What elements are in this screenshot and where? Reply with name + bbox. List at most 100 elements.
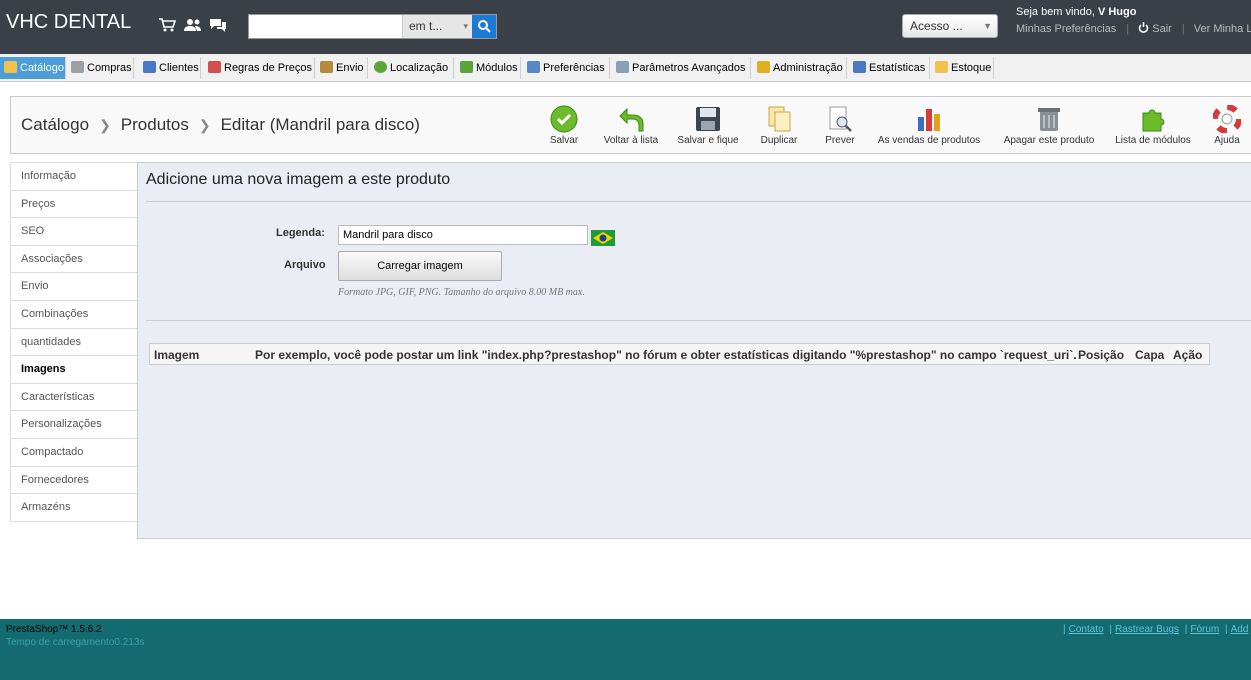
bug-tracker-link[interactable]: Rastrear Bugs: [1115, 624, 1179, 635]
legend-label: Legenda:: [276, 227, 325, 239]
images-table-header: Imagem Por exemplo, você pode postar um …: [149, 343, 1210, 365]
my-preferences-link[interactable]: Minhas Preferências: [1016, 23, 1116, 35]
sidebar-item-precos[interactable]: Preços: [10, 190, 137, 219]
sidebar-item-seo[interactable]: SEO: [10, 218, 137, 246]
preview-icon: [829, 106, 852, 132]
menu-item-catalogo[interactable]: Catálogo: [0, 57, 66, 79]
toolbar-label: As vendas de produtos: [877, 135, 981, 146]
modules-puzzle-icon: [1142, 109, 1165, 132]
help-button[interactable]: Ajuda: [1209, 105, 1245, 146]
save-button[interactable]: Salvar: [542, 105, 586, 146]
preferences-icon: [527, 61, 540, 73]
save-and-stay-button[interactable]: Salvar e fique: [674, 105, 742, 146]
sidebar-item-imagens[interactable]: Imagens: [10, 356, 137, 384]
menu-item-modulos[interactable]: Módulos: [454, 57, 521, 79]
contact-link[interactable]: Contato: [1069, 624, 1104, 635]
help-lifebuoy-icon: [1213, 105, 1241, 133]
menu-item-regras-de-precos[interactable]: Regras de Preços: [201, 57, 315, 79]
power-icon[interactable]: [1138, 22, 1149, 33]
sidebar-item-fornecedores[interactable]: Fornecedores: [10, 466, 137, 495]
wrench-icon: [616, 61, 629, 73]
breadcrumb-item[interactable]: Catálogo: [21, 115, 89, 134]
addons-link[interactable]: Add: [1231, 624, 1249, 635]
menu-label: Clientes: [159, 62, 199, 74]
column-header-position: Posição: [1078, 348, 1125, 362]
menu-label: Parâmetros Avançados: [632, 62, 746, 74]
delete-product-button[interactable]: Apagar este produto: [1001, 105, 1097, 146]
menu-label: Preferências: [543, 62, 605, 74]
chevron-down-icon: ▼: [983, 21, 992, 31]
toolbar-label: Prever: [825, 135, 855, 146]
cart-icon: [71, 61, 84, 73]
search-type-label: em t...: [409, 19, 443, 33]
sidebar-item-armazens[interactable]: Armazéns: [10, 494, 137, 522]
floppy-icon: [696, 107, 720, 131]
preview-button[interactable]: Prever: [821, 105, 859, 146]
shop-name[interactable]: VHC DENTAL: [6, 11, 131, 34]
divider: [146, 320, 1251, 321]
quick-access-label: Acesso ...: [910, 19, 963, 33]
sidebar-item-personalizacoes[interactable]: Personalizações: [10, 411, 137, 439]
page-header: Catálogo ❯ Produtos ❯ Editar (Mandril para d…: [10, 96, 1251, 154]
truck-icon: [320, 61, 333, 73]
breadcrumb-current: Editar (Mandril para disco): [220, 115, 420, 134]
footer-links: | Contato | Rastrear Bugs | Fórum | Add: [1063, 624, 1249, 635]
top-bar: VHC DENTAL em t... ▾ Acesso ... ▼ Seja bem…: [0, 0, 1251, 54]
menu-item-estoque[interactable]: Estoque: [930, 57, 994, 79]
product-sales-button[interactable]: As vendas de produtos: [875, 105, 983, 146]
toolbar-label: Salvar: [549, 135, 579, 146]
cart-icon[interactable]: [158, 17, 176, 33]
sidebar-item-compactado[interactable]: Compactado: [10, 438, 137, 467]
product-tabs-sidebar: Informação Preços SEO Associações Envio …: [10, 162, 137, 522]
search-box: em t... ▾: [248, 14, 497, 39]
toolbar-label: Apagar este produto: [1003, 135, 1095, 146]
search-type-select[interactable]: em t... ▾: [402, 15, 472, 38]
column-header-image: Imagem: [154, 348, 200, 362]
menu-item-estatisticas[interactable]: Estatísticas: [847, 57, 930, 79]
menu-item-compras[interactable]: Compras: [66, 57, 134, 79]
menu-item-parametros-avancados[interactable]: Parâmetros Avançados: [610, 57, 751, 79]
sidebar-item-envio[interactable]: Envio: [10, 273, 137, 301]
upload-image-button[interactable]: Carregar imagem: [338, 251, 502, 281]
stock-icon: [935, 61, 948, 73]
chevron-right-icon: ❯: [198, 117, 211, 133]
messages-icon[interactable]: [209, 17, 227, 33]
toolbar-label: Salvar e fique: [677, 135, 739, 146]
menu-label: Estatísticas: [869, 62, 926, 74]
menu-item-localizacao[interactable]: Localização: [368, 57, 454, 79]
panel-title: Adicione uma nova imagem a este produto: [146, 171, 451, 188]
toolbar-label: Voltar à lista: [603, 135, 659, 146]
menu-item-administracao[interactable]: Administração: [751, 57, 847, 79]
sidebar-item-caracteristicas[interactable]: Características: [10, 383, 137, 412]
quick-access-select[interactable]: Acesso ... ▼: [902, 14, 998, 38]
menu-label: Envio: [336, 62, 364, 74]
search-input[interactable]: [249, 15, 402, 38]
legend-input[interactable]: [338, 225, 588, 245]
sidebar-item-combinacoes[interactable]: Combinações: [10, 300, 137, 329]
back-to-list-button[interactable]: Voltar à lista: [599, 105, 663, 146]
forum-link[interactable]: Fórum: [1190, 624, 1219, 635]
sidebar-item-quantidades[interactable]: quantidades: [10, 328, 137, 357]
view-shop-link[interactable]: Ver Minha Lo: [1194, 23, 1251, 35]
sidebar-item-informacao[interactable]: Informação: [10, 163, 137, 191]
brazil-flag-icon[interactable]: [591, 230, 615, 246]
file-label: Arquivo: [284, 259, 326, 271]
menu-label: Catálogo: [20, 62, 65, 74]
column-header-legend-hint: Por exemplo, você pode postar um link "i…: [255, 348, 1077, 362]
main-menu: Catálogo Compras Clientes Regras de Preç…: [0, 54, 1251, 82]
search-button[interactable]: [472, 15, 496, 38]
modules-list-button[interactable]: Lista de módulos: [1111, 105, 1195, 146]
menu-item-preferencias[interactable]: Preferências: [521, 57, 610, 79]
sidebar-item-associacoes[interactable]: Associações: [10, 245, 137, 274]
welcome-text: Seja bem vindo, V Hugo: [1016, 6, 1136, 18]
duplicate-icon: [768, 106, 791, 132]
chevron-right-icon: ❯: [99, 117, 111, 133]
customers-icon[interactable]: [184, 17, 202, 33]
menu-item-clientes[interactable]: Clientes: [134, 57, 201, 79]
back-arrow-icon: [619, 107, 644, 132]
menu-item-envio[interactable]: Envio: [315, 57, 368, 79]
menu-label: Estoque: [951, 62, 992, 74]
breadcrumb-item[interactable]: Produtos: [121, 115, 189, 134]
logout-link[interactable]: Sair: [1152, 23, 1172, 35]
duplicate-button[interactable]: Duplicar: [756, 105, 802, 146]
